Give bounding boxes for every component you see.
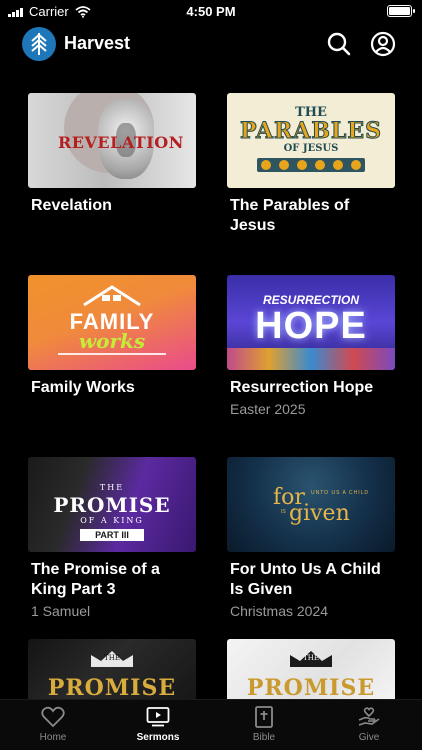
promise-dark-line2: PROMISE — [47, 675, 177, 699]
resurrection-art-line2: HOPE — [255, 305, 367, 347]
parables-art-line3: OF JESUS — [283, 143, 339, 154]
family-art-line2: works — [78, 329, 146, 353]
promise-light-line2: PROMISE — [246, 675, 376, 699]
series-title: The Promise of a King Part 3 — [31, 561, 160, 598]
tab-give[interactable]: Give — [329, 706, 409, 743]
series-title: The Parables of Jesus — [230, 197, 350, 234]
series-artwork: for UNTO US A CHILD IS given — [227, 457, 395, 552]
promise-art-line4: PART III — [80, 529, 144, 541]
promise-art-line1: THE — [99, 483, 125, 492]
tab-sermons-label: Sermons — [136, 732, 180, 743]
tab-bible-label: Bible — [252, 732, 276, 743]
parables-art-line2: PARABLES — [239, 118, 383, 145]
tab-give-label: Give — [358, 732, 380, 743]
promise-dark-line1: THE — [104, 654, 120, 662]
promise-light-line1: THE — [303, 654, 319, 662]
status-time: 4:50 PM — [186, 4, 236, 19]
app-header: Harvest — [0, 26, 422, 62]
series-card-revelation[interactable]: REVELATION Revelation — [28, 93, 196, 216]
series-card-parables[interactable]: THE PARABLES OF JESUS The Parables of Je… — [227, 93, 395, 236]
play-screen-icon — [146, 707, 170, 727]
series-artwork: THE PROMISE — [227, 639, 395, 699]
tab-home[interactable]: Home — [13, 706, 93, 743]
child-art-line3: IS — [281, 509, 286, 515]
promise-art-line2: PROMISE — [53, 493, 171, 517]
give-icon — [358, 707, 380, 726]
tab-home-label: Home — [39, 732, 67, 743]
heart-icon — [41, 706, 65, 728]
series-artwork: FAMILY works — [28, 275, 196, 370]
series-card-promise-light[interactable]: THE PROMISE — [227, 639, 395, 699]
series-card-family-works[interactable]: FAMILY works Family Works — [28, 275, 196, 398]
app-title: Harvest — [64, 33, 131, 53]
series-artwork: THE PARABLES OF JESUS — [227, 93, 395, 188]
child-art-line2: UNTO US A CHILD — [311, 490, 369, 496]
promise-art-line3: OF A KING — [80, 516, 144, 525]
series-subtitle: Christmas 2024 — [230, 603, 329, 619]
status-bar: Carrier 4:50 PM — [0, 0, 422, 22]
child-art-line4: given — [289, 501, 350, 526]
revelation-art-text: REVELATION — [58, 133, 184, 152]
tab-bible[interactable]: Bible — [224, 706, 304, 743]
bible-icon — [255, 706, 273, 728]
series-subtitle: Easter 2025 — [230, 401, 306, 417]
sermon-series-grid: REVELATION Revelation THE PARABLES OF JE… — [28, 93, 396, 699]
series-title: Revelation — [31, 197, 112, 214]
series-card-resurrection-hope[interactable]: RESURRECTION HOPE Resurrection Hope East… — [227, 275, 395, 418]
series-card-promise-dark[interactable]: THE PROMISE — [28, 639, 196, 699]
profile-icon[interactable] — [370, 31, 396, 57]
battery-icon — [387, 5, 415, 17]
series-title: Family Works — [31, 379, 135, 396]
series-card-promise-of-a-king[interactable]: THE PROMISE OF A KING PART III The Promi… — [28, 457, 196, 620]
series-title: Resurrection Hope — [230, 379, 374, 396]
harvest-logo-icon[interactable] — [22, 27, 56, 61]
series-artwork: THE PROMISE — [28, 639, 196, 699]
series-artwork: THE PROMISE OF A KING PART III — [28, 457, 196, 552]
tab-sermons[interactable]: Sermons — [118, 706, 198, 743]
series-card-for-unto-us[interactable]: for UNTO US A CHILD IS given For Unto Us… — [227, 457, 395, 620]
bottom-tab-bar: Home Sermons Bible Give — [0, 699, 422, 750]
series-title: For Unto Us A Child Is Given — [230, 561, 381, 598]
series-artwork: REVELATION — [28, 93, 196, 188]
series-subtitle: 1 Samuel — [31, 603, 91, 619]
series-artwork: RESURRECTION HOPE — [227, 275, 395, 370]
search-icon[interactable] — [326, 31, 352, 57]
house-icon — [83, 285, 141, 307]
